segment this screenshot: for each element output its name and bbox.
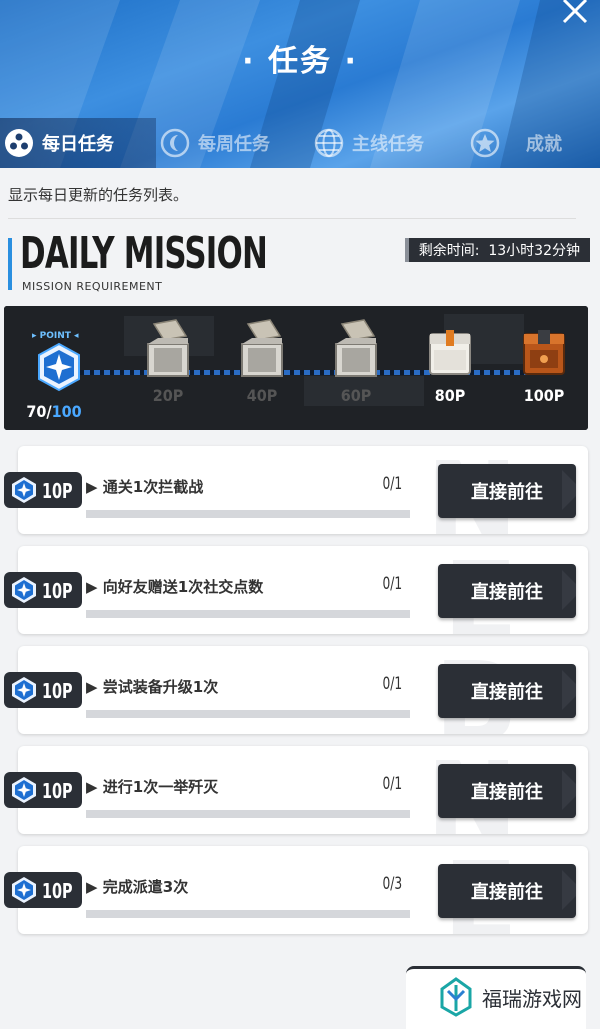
- tab-label: 成就: [526, 134, 562, 155]
- points-label: 10P: [42, 579, 73, 603]
- reward-label: 40P: [246, 386, 278, 405]
- points-label: 10P: [42, 679, 73, 703]
- mission-progress-bar: [86, 710, 410, 718]
- reward-track: ▸ POINT ◂ 70/100 20P 40P 60P 80P 100P: [4, 306, 588, 430]
- tab-achievements[interactable]: 成就: [470, 118, 595, 168]
- tab-bar: 每日任务 每周任务 主线任务 成就: [0, 118, 600, 168]
- points-current: 70: [26, 402, 47, 421]
- mission-name: ▶ 向好友赠送1次社交点数: [86, 578, 264, 596]
- mission-points-badge: 10P: [4, 672, 82, 708]
- mission-row: N ▶ 通关1次拦截战 0/1 直接前往: [18, 446, 588, 534]
- mission-row: B ▶ 尝试装备升级1次 0/1 直接前往: [18, 646, 588, 734]
- globe-icon: [314, 128, 344, 158]
- reward-box-80[interactable]: 80P: [410, 318, 490, 405]
- reward-box-40[interactable]: 40P: [222, 318, 302, 405]
- site-watermark: 福瑞游戏网: [436, 977, 582, 1017]
- mission-name: ▶ 尝试装备升级1次: [86, 678, 219, 696]
- crate-closed-orange-icon: [523, 330, 565, 375]
- mission-progress: 0/1: [382, 774, 403, 794]
- divider: [8, 218, 576, 219]
- crate-open-icon: [335, 319, 377, 377]
- mission-progress: 0/1: [382, 474, 403, 494]
- close-icon[interactable]: [558, 0, 588, 28]
- tab-description: 显示每日更新的任务列表。: [8, 186, 189, 204]
- reward-box-20[interactable]: 20P: [128, 318, 208, 405]
- timer-value: 13小时32分钟: [488, 243, 580, 259]
- reward-label: 80P: [434, 386, 466, 405]
- point-emblem-icon: [12, 677, 36, 703]
- points-value: 70/100: [14, 402, 94, 421]
- mission-progress-bar: [86, 910, 410, 918]
- points-label: 10P: [42, 879, 73, 903]
- point-emblem-icon: [38, 342, 80, 392]
- tab-daily[interactable]: 每日任务: [0, 118, 156, 168]
- tab-weekly[interactable]: 每周任务: [160, 118, 290, 168]
- go-button-label: 直接前往: [471, 682, 543, 703]
- mission-progress-bar: [86, 610, 410, 618]
- go-button[interactable]: 直接前往: [438, 864, 576, 918]
- mission-progress-bar: [86, 810, 410, 818]
- mission-progress: 0/3: [382, 874, 403, 894]
- header-banner: · 任务 · 每日任务 每周任务 主线任务 成就: [0, 0, 600, 168]
- points-label: 10P: [42, 779, 73, 803]
- go-button[interactable]: 直接前往: [438, 764, 576, 818]
- reward-box-60[interactable]: 60P: [316, 318, 396, 405]
- reward-label: 20P: [152, 386, 184, 405]
- go-button[interactable]: 直接前往: [438, 464, 576, 518]
- mission-progress: 0/1: [382, 574, 403, 594]
- mission-name: ▶ 通关1次拦截战: [86, 478, 204, 496]
- mission-points-badge: 10P: [4, 872, 82, 908]
- point-emblem-icon: [12, 877, 36, 903]
- mission-row: N ▶ 进行1次一举歼灭 0/1 直接前往: [18, 746, 588, 834]
- site-watermark-text: 福瑞游戏网: [482, 986, 582, 1011]
- timer-label: 剩余时间:: [418, 243, 480, 259]
- mission-points-badge: 10P: [4, 772, 82, 808]
- remaining-time-badge: 剩余时间: 13小时32分钟: [404, 238, 590, 262]
- crate-open-icon: [147, 319, 189, 377]
- points-label: 10P: [42, 479, 73, 503]
- mission-progress: 0/1: [382, 674, 403, 694]
- moon-icon: [160, 128, 190, 158]
- crate-closed-white-icon: [429, 330, 471, 375]
- go-button[interactable]: 直接前往: [438, 564, 576, 618]
- section-accent-bar: [8, 238, 12, 290]
- site-logo-icon: [440, 977, 472, 1017]
- tab-label: 每日任务: [42, 134, 114, 155]
- mission-progress-bar: [86, 510, 410, 518]
- reward-box-100[interactable]: 100P: [504, 318, 584, 405]
- point-emblem-icon: [12, 777, 36, 803]
- mission-row: E ▶ 完成派遣3次 0/3 直接前往: [18, 846, 588, 934]
- dots-icon: [5, 129, 33, 157]
- star-icon: [470, 128, 500, 158]
- go-button-label: 直接前往: [471, 782, 543, 803]
- tab-main[interactable]: 主线任务: [314, 118, 444, 168]
- reward-label: 60P: [340, 386, 372, 405]
- points-max: 100: [51, 402, 82, 421]
- go-button-label: 直接前往: [471, 882, 543, 903]
- tab-label: 每周任务: [198, 134, 270, 155]
- mission-points-badge: 10P: [4, 572, 82, 608]
- section-subtitle: MISSION REQUIREMENT: [22, 280, 163, 293]
- tab-label: 主线任务: [352, 134, 424, 155]
- point-tag: ▸ POINT ◂: [32, 331, 79, 341]
- point-emblem-icon: [12, 577, 36, 603]
- go-button-label: 直接前往: [471, 582, 543, 603]
- point-emblem-icon: [12, 477, 36, 503]
- mission-points-badge: 10P: [4, 472, 82, 508]
- section-title: DAILY MISSION: [20, 228, 268, 279]
- go-button-label: 直接前往: [471, 482, 543, 503]
- go-button[interactable]: 直接前往: [438, 664, 576, 718]
- mission-name: ▶ 完成派遣3次: [86, 878, 189, 896]
- page-title: · 任务 ·: [242, 44, 358, 79]
- mission-name: ▶ 进行1次一举歼灭: [86, 778, 219, 796]
- reward-label: 100P: [523, 386, 565, 405]
- mission-row: E ▶ 向好友赠送1次社交点数 0/1 直接前往: [18, 546, 588, 634]
- crate-open-icon: [241, 319, 283, 377]
